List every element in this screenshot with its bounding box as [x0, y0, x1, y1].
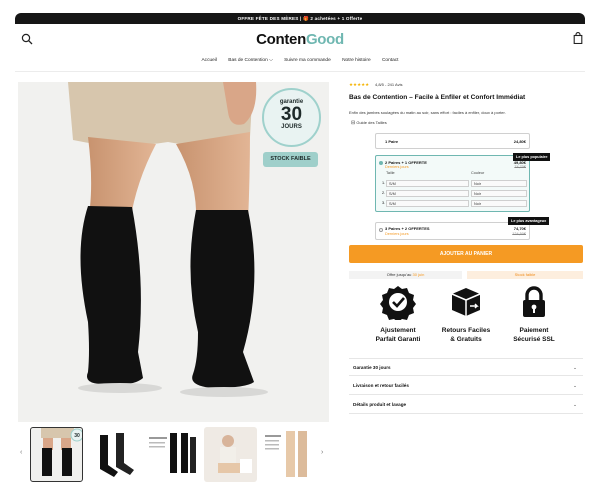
- chevron-down-icon: ⌄: [573, 383, 577, 388]
- accordion-shipping[interactable]: Livraison et retour facilés ⌄: [349, 377, 583, 395]
- offer-3-old-price: 124,50€: [512, 232, 526, 236]
- guarantee-number: 30: [280, 104, 303, 125]
- thumbnail-badge-text: 30: [74, 433, 80, 439]
- thumbnail-4-image: [218, 435, 252, 473]
- announcement-bar: OFFRE FÊTE DES MÈRES | 🎁 2 achetées + 1 …: [15, 13, 585, 24]
- variant-3-color-select[interactable]: Noir: [471, 200, 527, 207]
- nav-compression-stockings[interactable]: Bas de Contention ⌵: [228, 58, 272, 63]
- offer-1-label: 1 Paire: [385, 139, 399, 144]
- chevron-down-icon: ⌄: [573, 365, 577, 370]
- variant-1-size-select[interactable]: S/M: [386, 180, 469, 187]
- accordion-guarantee[interactable]: Garantie 30 jours ⌄: [349, 358, 583, 376]
- size-guide-label: Guide des Tailles: [356, 120, 387, 125]
- nav-track-order[interactable]: Suivre ma commande: [284, 58, 331, 63]
- offer-3-price: 74,70€: [513, 226, 526, 231]
- feature-3-line2: Sécurisé SSL: [513, 336, 555, 343]
- thumbnail-prev-arrow[interactable]: ‹: [20, 449, 22, 456]
- product-title: Bas de Contention – Facile à Enfiler et …: [349, 94, 526, 101]
- guarantee-unit: JOURS: [281, 124, 302, 130]
- product-description: Enfin des jambes soulagées du matin au s…: [349, 110, 506, 115]
- return-box-icon: [451, 288, 481, 316]
- chevron-down-icon: ⌄: [573, 402, 577, 407]
- offer-3-label: 3 Paires + 2 OFFERTES: [385, 226, 430, 231]
- rating-stars: ★★★★★: [349, 82, 370, 87]
- offer-2-old-price: 74,70€: [514, 165, 526, 169]
- low-stock-badge: STOCK FAIBLE: [263, 152, 318, 167]
- thumbnail-4[interactable]: [204, 427, 257, 482]
- nav-home[interactable]: Accueil: [201, 58, 216, 63]
- feature-2-line2: & Gratuits: [450, 336, 482, 343]
- color-header: Couleur: [471, 171, 485, 175]
- variant-1-number: 1.: [382, 181, 386, 185]
- thumbnail-5-image: [265, 431, 307, 477]
- brand-part1: Conten: [256, 31, 306, 48]
- guarantee-badge: garantie 30 JOURS: [262, 88, 321, 147]
- nav-our-story[interactable]: Notre histoire: [342, 58, 371, 63]
- accordion-details-label: Détails produit et lavage: [353, 402, 407, 407]
- offer-2-radio[interactable]: [379, 161, 383, 165]
- thumbnail-3-image: [149, 433, 196, 473]
- size-guide-link[interactable]: ⊟ Guide des Tailles: [351, 120, 387, 126]
- rating-text[interactable]: 4,8/5 - 241 Avis: [375, 82, 403, 87]
- tag-most-popular: Le plus populaire: [513, 153, 551, 161]
- offer-2-note: Derniers jours: [385, 165, 409, 169]
- variant-2-number: 2.: [382, 191, 386, 195]
- cart-icon[interactable]: [572, 32, 584, 44]
- offer-3-radio[interactable]: [379, 228, 383, 232]
- accordion-shipping-label: Livraison et retour facilés: [353, 383, 409, 388]
- feature-2-line1: Retours Faciles: [441, 327, 491, 334]
- tag-best-value: Le plus avantageux: [508, 217, 550, 225]
- feature-3-line1: Paiement: [519, 327, 549, 334]
- offer-3-note: Derniers jours: [385, 232, 409, 236]
- offer-until-date: 30 juin: [412, 272, 425, 277]
- nav-compression-label: Bas de Contention: [228, 58, 268, 63]
- variant-2-size-select[interactable]: S/M: [386, 190, 469, 197]
- check-badge-icon: [380, 286, 416, 320]
- thumbnail-1[interactable]: 30: [30, 427, 83, 482]
- variant-3-number: 3.: [382, 201, 386, 205]
- offer-until-prefix: Offre jusqu'au: [386, 272, 413, 277]
- feature-secure-payment: Paiement Sécurisé SSL: [499, 284, 569, 344]
- ruler-icon: ⊟: [351, 120, 356, 126]
- offer-until-pill: Offre jusqu'au 30 juin: [349, 271, 462, 279]
- thumbnail-strip: 30: [28, 427, 318, 482]
- offer-1-price: 24,80€: [513, 139, 526, 144]
- variant-2-color-select[interactable]: Noir: [471, 190, 527, 197]
- brand-part2: Good: [305, 31, 344, 48]
- main-nav: Accueil Bas de Contention ⌵ Suivre ma co…: [0, 57, 600, 63]
- feature-1-line2: Parfait Garanti: [375, 336, 421, 343]
- accordion-guarantee-label: Garantie 30 jours: [353, 365, 391, 370]
- feature-fit-guarantee: Ajustement Parfait Garanti: [363, 284, 433, 344]
- size-header: Taille: [386, 171, 395, 175]
- padlock-icon: [523, 286, 545, 317]
- feature-free-returns: Retours Faciles & Gratuits: [431, 284, 501, 344]
- add-to-cart-button[interactable]: AJOUTER AU PANIER: [349, 245, 583, 263]
- thumbnail-3[interactable]: [146, 427, 199, 482]
- nav-contact[interactable]: Contact: [382, 58, 399, 63]
- thumbnail-5[interactable]: [262, 427, 315, 482]
- thumbnail-2[interactable]: [88, 427, 141, 482]
- chevron-down-icon: ⌵: [269, 58, 273, 63]
- stock-low-pill: Stock faible: [467, 271, 583, 279]
- brand-logo[interactable]: ContenGood: [0, 31, 600, 48]
- offer-3-pairs[interactable]: 3 Paires + 2 OFFERTES Derniers jours 74,…: [375, 222, 530, 240]
- thumbnail-2-image: [100, 433, 134, 477]
- thumbnail-next-arrow[interactable]: ›: [321, 449, 323, 456]
- feature-1-line1: Ajustement: [380, 327, 416, 334]
- variant-3-size-select[interactable]: S/M: [386, 200, 469, 207]
- accordion-details[interactable]: Détails produit et lavage ⌄: [349, 396, 583, 414]
- offer-1-pair[interactable]: 1 Paire 24,80€: [375, 133, 530, 149]
- variant-1-color-select[interactable]: Noir: [471, 180, 527, 187]
- thumbnail-1-image: 30: [41, 428, 82, 476]
